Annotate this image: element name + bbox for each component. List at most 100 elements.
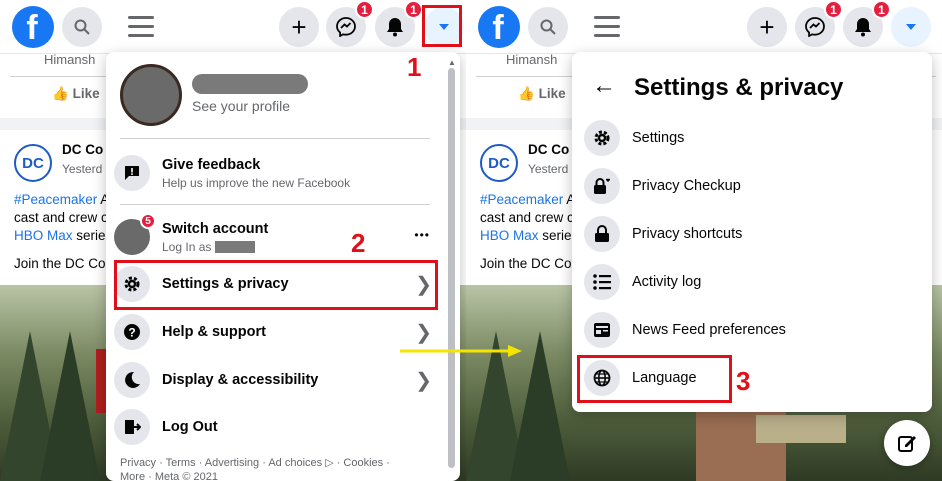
menu-item-label: Help & support (162, 324, 266, 340)
chevron-right-icon: ❯ (415, 322, 432, 344)
settings-item-label: Privacy shortcuts (632, 226, 743, 242)
post-line-1: #Peacemaker A (480, 192, 576, 207)
feed-name-partial: Himansh (506, 52, 558, 67)
search-icon (74, 19, 90, 35)
page-name[interactable]: DC Co (528, 142, 569, 157)
menu-item-display-accessibility[interactable]: Display & accessibility ❯ (114, 357, 438, 403)
bell-icon (387, 18, 403, 37)
menu-item-sublabel: Help us improve the new Facebook (162, 175, 351, 190)
yellow-arrow (400, 345, 522, 357)
moon-icon (114, 362, 150, 398)
highlight-settings-privacy (114, 260, 438, 310)
footer-line[interactable]: More · Meta © 2021 (120, 470, 420, 481)
like-label: Like (72, 86, 100, 101)
messenger-icon (336, 17, 356, 37)
menu-icon[interactable] (128, 16, 154, 38)
messenger-icon (805, 17, 825, 37)
panel-title: Settings & privacy (634, 74, 844, 101)
highlight-language (577, 355, 732, 403)
menu-item-feedback[interactable]: Give feedback Help us improve the new Fa… (114, 150, 438, 196)
footer-links: Privacy · Terms · Advertising · Ad choic… (120, 456, 420, 481)
lock-icon (584, 216, 620, 252)
caret-down-icon (906, 24, 916, 30)
bell-icon (855, 18, 871, 37)
hashtag-link[interactable]: #Peacemaker (480, 192, 563, 207)
svg-text:?: ? (128, 326, 135, 340)
settings-item-label: Activity log (632, 274, 702, 290)
back-arrow-icon[interactable]: ← (592, 72, 616, 100)
notifications-button[interactable]: 1 (843, 0, 891, 47)
like-button[interactable]: 👍 Like (52, 86, 100, 102)
plus-icon: + (759, 11, 775, 42)
notifications-button[interactable]: 1 (375, 0, 423, 47)
settings-item-settings[interactable]: Settings (584, 115, 914, 161)
list-icon (584, 264, 620, 300)
menu-icon[interactable] (594, 16, 620, 38)
menu-item-logout[interactable]: Log Out (114, 404, 438, 450)
post-line-2: cast and crew c (14, 210, 108, 225)
feed-name-partial: Himansh (44, 52, 96, 67)
profile-row[interactable]: See your profile (120, 62, 430, 136)
notifications-badge: 1 (872, 0, 891, 19)
create-button[interactable]: + (747, 7, 787, 47)
compose-icon (898, 436, 916, 452)
more-options-icon[interactable]: ••• (414, 228, 430, 242)
settings-item-label: News Feed preferences (632, 322, 786, 338)
facebook-logo[interactable]: f (12, 6, 54, 48)
notifications-badge: 1 (404, 0, 423, 19)
messenger-button[interactable]: 1 (795, 0, 843, 47)
like-button[interactable]: 👍 Like (518, 86, 566, 102)
hbo-link[interactable]: HBO Max (14, 228, 73, 243)
switch-account-badge: 5 (140, 213, 156, 229)
see-profile-label: See your profile (192, 98, 291, 114)
settings-item-activity-log[interactable]: Activity log (584, 259, 914, 305)
step-number-1: 1 (407, 52, 422, 82)
highlight-account-button (422, 5, 462, 47)
menu-scrollbar[interactable]: ▲ (446, 58, 456, 478)
account-button[interactable] (891, 7, 931, 47)
top-navigation-bar: f + 1 1 (466, 0, 942, 54)
feed-icon (584, 312, 620, 348)
avatar (120, 64, 182, 126)
settings-item-label: Privacy Checkup (632, 178, 741, 194)
hbo-link[interactable]: HBO Max (480, 228, 539, 243)
settings-item-privacy-shortcuts[interactable]: Privacy shortcuts (584, 211, 914, 257)
like-icon: 👍 (518, 86, 535, 101)
menu-item-label: Log Out (162, 419, 218, 435)
search-button[interactable] (528, 7, 568, 47)
menu-item-help-support[interactable]: ? Help & support ❯ (114, 309, 438, 355)
messenger-badge: 1 (355, 0, 374, 19)
new-message-button[interactable] (884, 420, 930, 466)
menu-item-label: Switch account (162, 220, 269, 237)
page-name[interactable]: DC Co (62, 142, 103, 157)
menu-item-label: Display & accessibility (162, 372, 319, 388)
step-number-3: 3 (736, 366, 751, 396)
settings-item-news-feed-preferences[interactable]: News Feed preferences (584, 307, 914, 353)
feedback-icon (114, 155, 150, 191)
footer-line[interactable]: Privacy · Terms · Advertising · Ad choic… (120, 456, 420, 470)
step-number-2: 2 (351, 228, 366, 258)
chevron-right-icon: ❯ (415, 370, 432, 392)
post-line-1: #Peacemaker A (14, 192, 110, 207)
post-time: Yesterd (62, 162, 103, 176)
settings-item-privacy-checkup[interactable]: Privacy Checkup (584, 163, 914, 209)
like-label: Like (538, 86, 566, 101)
search-button[interactable] (62, 7, 102, 47)
like-icon: 👍 (52, 86, 69, 101)
post-line-4: Join the DC Co (14, 256, 106, 271)
menu-item-switch-account[interactable]: 5 Switch account Log In as ••• (114, 213, 438, 260)
dc-logo: DC (480, 144, 518, 182)
create-button[interactable]: + (279, 7, 319, 47)
hashtag-link[interactable]: #Peacemaker (14, 192, 97, 207)
messenger-button[interactable]: 1 (326, 0, 374, 47)
menu-item-label: Give feedback (162, 156, 261, 173)
post-line-3: HBO Max serie (14, 228, 106, 243)
facebook-logo[interactable]: f (478, 6, 520, 48)
lock-heart-icon (584, 168, 620, 204)
profile-name-redacted (192, 74, 308, 94)
post-line-3: HBO Max serie (480, 228, 572, 243)
post-line-4: Join the DC Co (480, 256, 572, 271)
question-icon: ? (114, 314, 150, 350)
settings-item-label: Settings (632, 130, 685, 146)
post-line-2: cast and crew c (480, 210, 574, 225)
